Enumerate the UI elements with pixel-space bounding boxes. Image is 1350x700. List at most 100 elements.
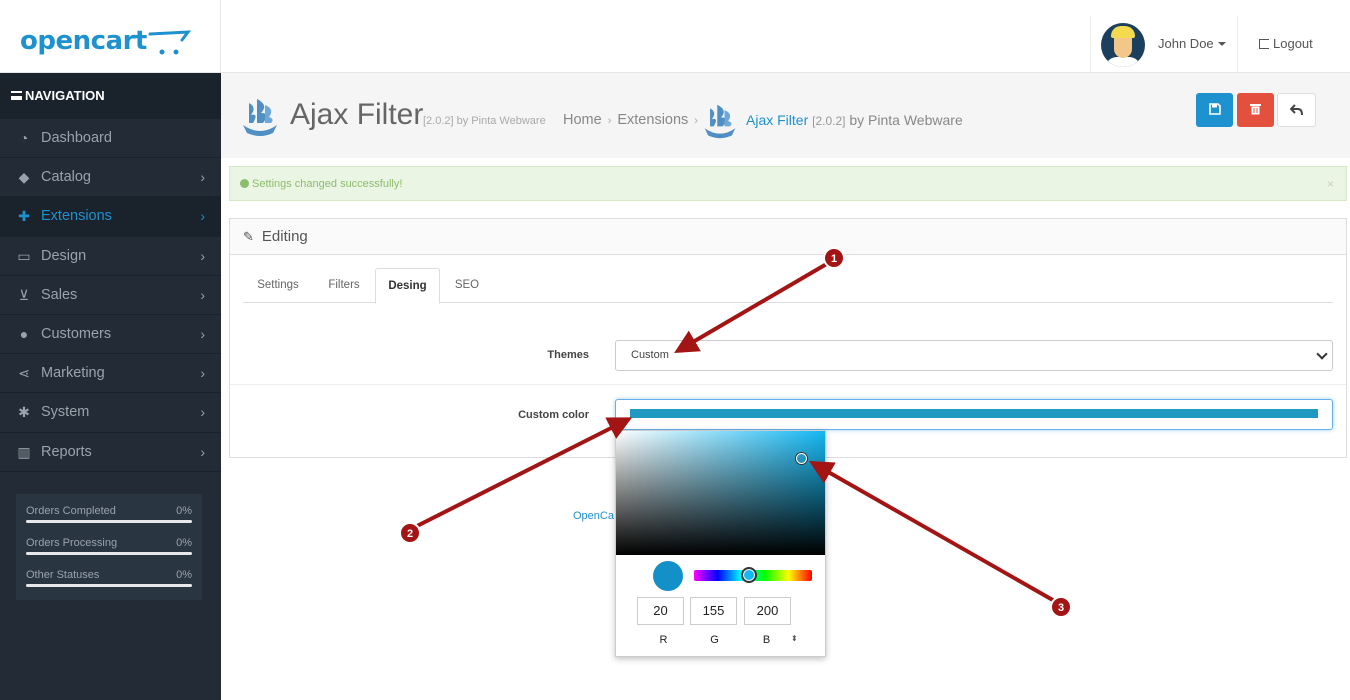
annotation-number-3: 3 — [1058, 602, 1064, 614]
red-label: R — [659, 634, 668, 646]
order-stats: Orders Completed 0% Orders Processing 0% Oth… — [16, 494, 202, 600]
sign-out-icon — [1259, 39, 1269, 49]
sidebar-item-catalog[interactable]: ◆ Catalog › — [0, 158, 221, 198]
breadcrumb-separator: › — [694, 115, 698, 127]
red-input[interactable]: 20 — [637, 597, 684, 625]
reply-icon — [1289, 104, 1303, 116]
page-version: [2.0.2] by Pinta Webware — [423, 115, 546, 127]
sidebar-item-sales[interactable]: ⊻ Sales › — [0, 276, 221, 315]
annotation-number-2: 2 — [407, 528, 413, 540]
sidebar-item-system[interactable]: ✱ System › — [0, 393, 221, 433]
tab-filters[interactable]: Filters — [313, 268, 375, 303]
sidebar-item-label: Dashboard — [41, 130, 112, 146]
sidebar-item-label: Catalog — [41, 169, 91, 186]
sidebar-item-marketing[interactable]: ⋖ Marketing › — [0, 354, 221, 394]
tab-seo[interactable]: SEO — [440, 268, 494, 303]
floppy-icon — [1208, 103, 1221, 115]
breadcrumb-home[interactable]: Home — [563, 112, 602, 128]
blue-label: B — [762, 634, 771, 646]
user-menu[interactable]: John Doe — [1090, 16, 1238, 73]
annotation-arrow-3 — [809, 461, 1059, 605]
stat-label: Orders Processing — [26, 537, 118, 549]
green-label: G — [710, 634, 719, 646]
sidebar-item-label: Extensions — [41, 208, 112, 225]
share-icon: ⋖ — [18, 365, 30, 382]
annotation-marker-2 — [399, 522, 421, 544]
sidebar-item-customers[interactable]: ● Customers › — [0, 315, 221, 355]
back-button[interactable] — [1277, 93, 1316, 127]
footer-link[interactable]: OpenCa — [573, 510, 614, 522]
chevron-right-icon: › — [200, 208, 205, 225]
chevron-right-icon: › — [200, 365, 205, 382]
green-input[interactable]: 155 — [690, 597, 737, 625]
chevron-right-icon: › — [200, 247, 205, 264]
user-icon: ● — [19, 325, 29, 342]
color-picker: 20 155 200 R G B ⬍ — [615, 430, 826, 657]
themes-select[interactable]: Custom — [615, 340, 1333, 371]
trash-icon — [1250, 104, 1261, 115]
tab-bar: Settings Filters Desing SEO — [243, 268, 1333, 304]
tab-desing[interactable]: Desing — [375, 268, 440, 304]
monitor-icon: ▭ — [17, 247, 31, 264]
page-title: Ajax Filter — [290, 98, 424, 131]
sidebar-item-label: Customers — [41, 325, 112, 342]
blue-input[interactable]: 200 — [744, 597, 791, 625]
cart-icon: ⊻ — [18, 286, 30, 303]
stat-label: Orders Completed — [26, 505, 116, 517]
custom-color-input[interactable] — [615, 399, 1333, 430]
stat-value: 0% — [176, 537, 192, 549]
stat-row: Other Statuses 0% — [26, 567, 192, 599]
dashboard-icon: ◔ — [19, 130, 29, 146]
close-icon[interactable]: × — [1327, 177, 1334, 191]
avatar — [1101, 23, 1145, 67]
stat-row: Orders Processing 0% — [26, 535, 192, 567]
gear-icon: ✱ — [18, 404, 30, 421]
sidebar-item-reports[interactable]: ▥ Reports › — [0, 433, 221, 472]
annotation-marker-3 — [1050, 596, 1072, 618]
sidebar-item-extensions[interactable]: ✚ Extensions › — [0, 197, 221, 237]
stat-progress-bar — [26, 584, 192, 587]
tab-settings[interactable]: Settings — [243, 268, 313, 303]
stat-progress-bar — [26, 552, 192, 555]
breadcrumb-current[interactable]: Ajax Filter [2.0.2] by Pinta Webware — [746, 112, 963, 128]
stat-label: Other Statuses — [26, 569, 100, 581]
opencart-logo[interactable]: opencart — [0, 0, 221, 73]
menu-bars-icon — [11, 91, 22, 100]
breadcrumb: Home › Extensions › — [563, 112, 704, 128]
sidebar-item-label: Reports — [41, 443, 92, 460]
navigation-heading[interactable]: NAVIGATION — [0, 73, 221, 119]
sidebar-item-label: System — [41, 404, 90, 421]
ship-logo-icon — [704, 104, 736, 139]
chevron-down-icon — [1316, 348, 1328, 360]
user-name: John Doe — [1158, 36, 1214, 51]
check-circle-icon — [240, 179, 249, 188]
breadcrumb-extensions[interactable]: Extensions — [617, 112, 688, 128]
sidebar: NAVIGATION ◔ Dashboard ◆ Catalog › ✚ Extension… — [0, 73, 221, 700]
editing-panel: ✎ Editing Settings Filters Desing SEO The… — [229, 218, 1347, 458]
custom-color-label: Custom color — [518, 409, 589, 421]
save-button[interactable] — [1196, 93, 1233, 127]
color-swatch — [653, 561, 683, 591]
sidebar-item-label: Sales — [41, 286, 78, 303]
stat-value: 0% — [176, 569, 192, 581]
mode-toggle-icon[interactable]: ⬍ — [791, 634, 798, 643]
sidebar-item-dashboard[interactable]: ◔ Dashboard — [0, 119, 221, 159]
logout-link[interactable]: Logout — [1259, 36, 1313, 51]
row-divider — [230, 384, 1346, 385]
chevron-right-icon: › — [200, 169, 205, 186]
hue-handle[interactable] — [741, 567, 757, 583]
success-alert: Settings changed successfully! × — [229, 166, 1347, 201]
sidebar-menu: ◔ Dashboard ◆ Catalog › ✚ Extensions › ▭ Design › ⊻… — [0, 119, 221, 472]
breadcrumb-separator: › — [607, 115, 612, 127]
pencil-icon: ✎ — [243, 229, 254, 244]
puzzle-icon: ✚ — [18, 208, 30, 225]
top-header: opencart John Doe Logout — [0, 0, 1350, 73]
saturation-value-area[interactable] — [616, 431, 825, 555]
stat-progress-bar — [26, 520, 192, 523]
color-preview-bar — [630, 409, 1318, 418]
stat-value: 0% — [176, 505, 192, 517]
tag-icon: ◆ — [18, 169, 30, 186]
saturation-handle[interactable] — [796, 453, 807, 464]
sidebar-item-design[interactable]: ▭ Design › — [0, 237, 221, 276]
delete-button[interactable] — [1237, 93, 1274, 127]
